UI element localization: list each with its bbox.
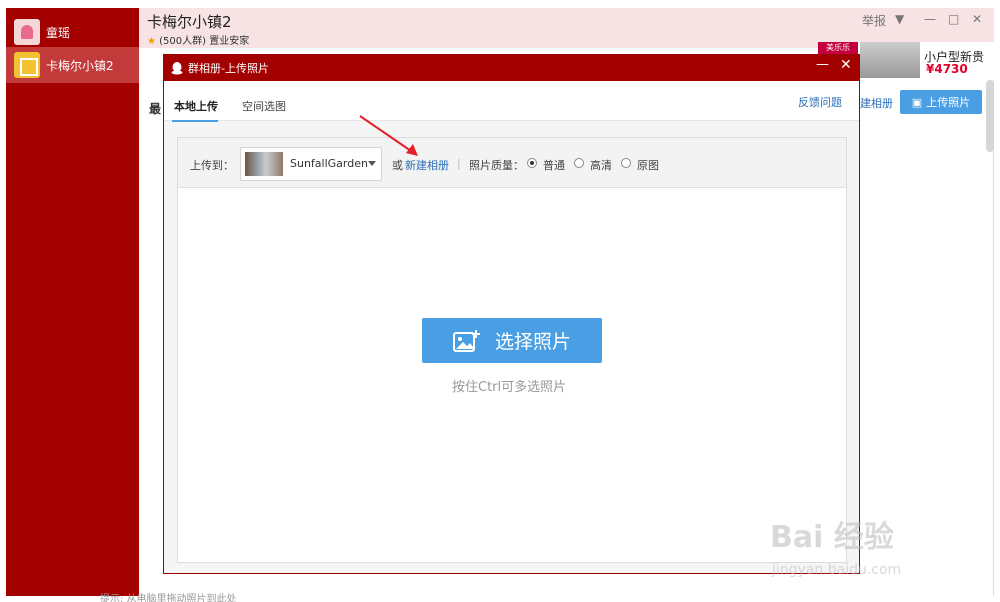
upload-options-bar: 上传到： SunfallGarden 或 新建相册 | 照片质量： 普通 高清 … xyxy=(178,138,846,188)
dialog-minimize-icon[interactable]: — xyxy=(816,57,829,72)
sidebar-item-label: 卡梅尔小镇2 xyxy=(46,58,114,73)
quality-label-original: 原图 xyxy=(637,159,659,172)
upload-panel: 上传到： SunfallGarden 或 新建相册 | 照片质量： 普通 高清 … xyxy=(177,137,847,563)
multi-select-hint: 按住Ctrl可多选照片 xyxy=(452,380,567,395)
dialog-tabs: 本地上传 空间选图 反馈问题 xyxy=(164,81,859,122)
sidebar-item-carmel[interactable]: 卡梅尔小镇2 xyxy=(6,47,139,83)
ad-tag: 美乐乐 xyxy=(818,42,858,54)
maximize-icon[interactable]: □ xyxy=(948,12,959,26)
sidebar-item-label: 童瑶 xyxy=(46,25,71,40)
report-link[interactable]: 举报 xyxy=(862,12,886,29)
tab-space-select[interactable]: 空间选图 xyxy=(242,98,286,114)
star-icon: ★ xyxy=(147,36,156,47)
close-icon[interactable]: ✕ xyxy=(972,12,982,26)
chevron-down-icon xyxy=(368,161,376,166)
tab-underline xyxy=(172,120,218,122)
dialog-close-icon[interactable]: ✕ xyxy=(840,57,852,73)
quality-radio-hd[interactable] xyxy=(574,158,584,168)
feedback-link[interactable]: 反馈问题 xyxy=(798,94,842,110)
bg-new-album-link[interactable]: 建相册 xyxy=(860,95,893,111)
baidu-watermark: Bai 经验 jingyan.baidu.com xyxy=(770,512,950,584)
sidebar-item-tongyao[interactable]: 童瑶 xyxy=(6,14,139,50)
upload-to-label: 上传到： xyxy=(190,159,234,172)
quality-label: 照片质量： xyxy=(469,159,524,172)
quality-radio-normal[interactable] xyxy=(527,158,537,168)
qq-penguin-icon xyxy=(171,62,183,75)
ad-image xyxy=(860,42,920,78)
dialog-title: 群相册-上传照片 xyxy=(188,62,269,75)
group-subtitle: ★ (500人群) 置业安家 xyxy=(147,36,250,47)
ad-price: ¥4730 xyxy=(926,62,968,76)
separator: | xyxy=(457,157,461,170)
dialog-titlebar[interactable]: 群相册-上传照片 — ✕ xyxy=(164,55,859,81)
sidebar: 童瑶 卡梅尔小镇2 xyxy=(6,8,139,596)
avatar xyxy=(14,19,40,45)
or-label: 或 xyxy=(392,159,403,172)
new-album-link[interactable]: 新建相册 xyxy=(405,157,449,173)
annotation-arrow-icon xyxy=(359,115,418,156)
bg-upload-button[interactable]: ▣ 上传照片 xyxy=(900,90,982,114)
quality-label-normal: 普通 xyxy=(543,159,565,172)
group-avatar xyxy=(14,52,40,78)
bottom-note: 提示: 从电脑里拖动照片到此处 xyxy=(100,594,237,602)
tab-local-upload[interactable]: 本地上传 xyxy=(174,98,218,114)
upload-dialog: 群相册-上传照片 — ✕ 本地上传 空间选图 反馈问题 上传到： Sunfall… xyxy=(163,54,860,574)
quality-radio-original[interactable] xyxy=(621,158,631,168)
quality-label-hd: 高清 xyxy=(590,159,612,172)
minimize-icon[interactable]: — xyxy=(924,12,936,26)
scrollbar[interactable] xyxy=(986,80,994,152)
watermark-url: jingyan.baidu.com xyxy=(772,562,902,578)
photo-icon: ▣ xyxy=(911,95,923,109)
bg-tab[interactable]: 最 xyxy=(149,100,161,117)
watermark-brand: Bai 经验 xyxy=(770,520,894,555)
album-name: SunfallGarden xyxy=(290,157,368,170)
album-thumbnail xyxy=(245,152,283,176)
choose-photo-button[interactable]: 选择照片 xyxy=(422,318,602,363)
add-photo-icon xyxy=(452,329,480,352)
group-title: 卡梅尔小镇2 xyxy=(147,13,232,31)
dropdown-icon[interactable]: ▼ xyxy=(895,12,904,26)
